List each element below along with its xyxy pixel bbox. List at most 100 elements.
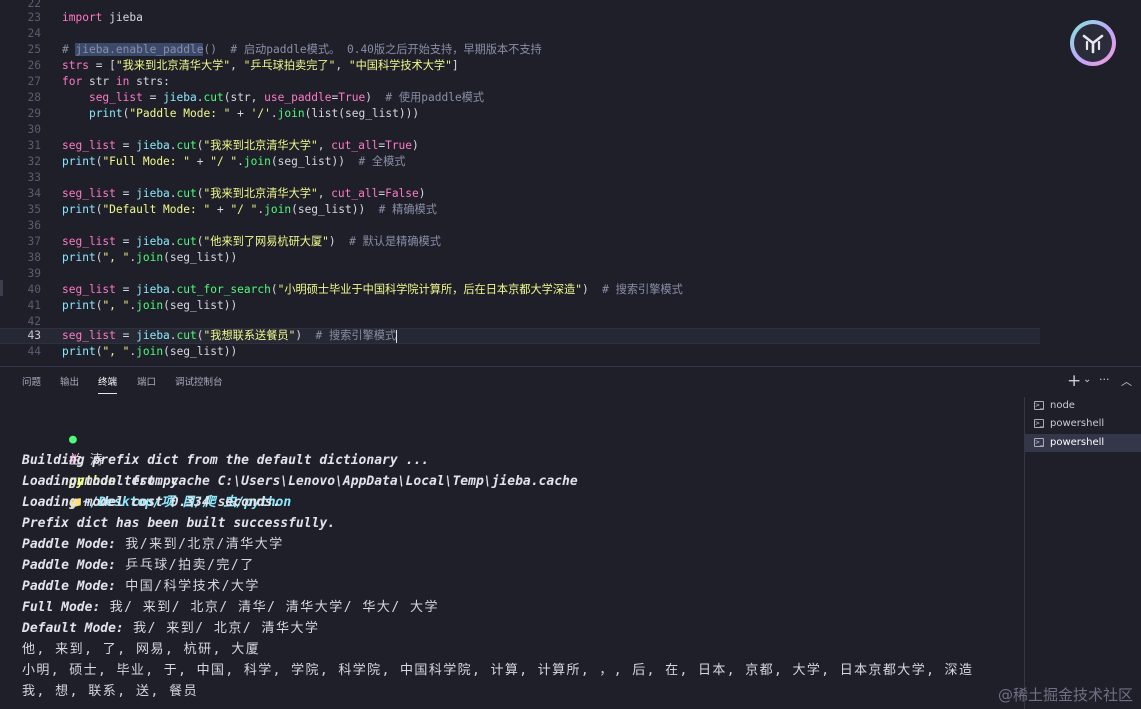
comment: # 全模式	[344, 155, 406, 168]
code-line[interactable]: 33	[0, 170, 1040, 186]
function-name: cut	[203, 91, 224, 104]
terminal-result-line: Paddle Mode: 乒乓球/拍卖/完/了	[22, 555, 255, 576]
result-label: Default Mode:	[22, 621, 124, 636]
terminal-output[interactable]: ● 兰 涛 on 📁~/Desktop/项 目/爬 虫/python # pyt…	[0, 405, 1022, 709]
code-line[interactable]: 24	[0, 26, 1040, 42]
add-terminal-icon[interactable]: +	[1067, 371, 1081, 391]
code-line[interactable]: 41 print(", ".join(seg_list))	[0, 298, 1040, 314]
code-line[interactable]: 29 print("Paddle Mode: " + '/'.join(list…	[0, 106, 1040, 122]
collapse-panel-icon[interactable]: ︿	[1121, 372, 1132, 392]
code-line[interactable]: 44 print(", ".join(seg_list))	[0, 344, 1040, 360]
operator: +	[230, 107, 251, 120]
code-line[interactable]: 37 seg_list = jieba.cut("他来到了网易杭研大厦") # 默…	[0, 234, 1040, 250]
punctuation: .	[270, 107, 278, 120]
operator: =	[115, 329, 137, 342]
function-name: cut	[176, 139, 197, 152]
code-line[interactable]: 30	[0, 122, 1040, 138]
keyword: in	[115, 75, 130, 88]
comment: # 精确模式	[365, 203, 437, 216]
copilot-avatar-icon[interactable]	[1070, 20, 1116, 66]
code-line[interactable]: 40 seg_list = jieba.cut_for_search("小明硕士毕…	[0, 282, 1040, 298]
comment: # 搜索引擎模式	[302, 329, 397, 342]
tab-debug-console[interactable]: 调试控制台	[175, 376, 223, 390]
terminal-log-line: Loading model from cache C:\Users\Lenovo…	[22, 474, 578, 489]
terminal-session-powershell-active[interactable]: >_ powershell	[1025, 434, 1141, 452]
function-name: join	[264, 203, 292, 216]
comment: # 使用paddle模式	[371, 91, 485, 104]
identifier: seg_list	[62, 187, 116, 200]
code-line[interactable]: 32 print("Full Mode: " + "/ ".join(seg_li…	[0, 154, 1040, 170]
code-line[interactable]: 31 seg_list = jieba.cut("我来到北京清华大学", cut_…	[0, 138, 1040, 154]
terminal-result-line: Paddle Mode: 我/来到/北京/清华大学	[22, 534, 284, 555]
punctuation: ,	[230, 59, 244, 72]
code-line[interactable]: 38 print(", ".join(seg_list))	[0, 250, 1040, 266]
identifier: seg_list	[62, 329, 116, 342]
string-literal: "中国科学技术大学"	[348, 59, 452, 72]
operator: +	[190, 155, 211, 168]
keyword: import	[62, 11, 103, 24]
tab-terminal[interactable]: 终端	[98, 376, 118, 394]
boolean: True	[385, 139, 413, 152]
line-number: 43	[27, 329, 41, 342]
function-name: print	[62, 155, 96, 168]
string-literal: ", "	[102, 251, 130, 264]
terminal-session-node[interactable]: >_ node	[1025, 397, 1141, 415]
code-line[interactable]: 27 for str in strs:	[0, 74, 1040, 90]
function-name: cut	[176, 187, 197, 200]
line-number: 31	[27, 139, 41, 152]
string-literal: "乒乓球拍卖完了"	[243, 59, 336, 72]
string-literal: "小明硕士毕业于中国科学院计算所，后在日本京都大学深造"	[277, 283, 582, 296]
code-editor[interactable]: 22 23 import jieba 24 25 # jieba.enable_pa…	[0, 0, 1141, 366]
operator: =	[115, 283, 137, 296]
tab-output[interactable]: 输出	[60, 376, 79, 390]
code-line[interactable]: 34 seg_list = jieba.cut("我来到北京清华大学", cut_…	[0, 186, 1040, 202]
function-name: join	[136, 251, 164, 264]
terminal-session-powershell[interactable]: >_ powershell	[1025, 415, 1141, 433]
tab-ports[interactable]: 端口	[137, 376, 156, 390]
panel-tab-bar: 问题 输出 终端 端口 调试控制台	[0, 367, 1020, 399]
punctuation: .	[169, 235, 177, 248]
code-line[interactable]: 36	[0, 218, 1040, 234]
code-line[interactable]: 26 strs = ["我来到北京清华大学", "乒乓球拍卖完了", "中国科学技…	[0, 58, 1040, 74]
code-line[interactable]: 23 import jieba	[0, 10, 1040, 26]
identifier: jieba	[136, 139, 170, 152]
string-literal: "我来到北京清华大学"	[203, 187, 318, 200]
terminal-icon: >_	[1034, 401, 1044, 410]
keyword-argument: cut_all	[331, 187, 379, 200]
line-number: 32	[27, 155, 41, 168]
function-name: cut	[176, 235, 197, 248]
arguments: (str,	[223, 91, 265, 104]
operator: =	[115, 139, 137, 152]
code-line[interactable]: 28 seg_list = jieba.cut(str, use_paddle=…	[0, 90, 1040, 106]
punctuation: .	[196, 91, 204, 104]
tab-problems[interactable]: 问题	[22, 376, 41, 390]
line-number: 34	[27, 187, 41, 200]
terminal-log-line: Loading model cost 0.334 seconds.	[22, 495, 281, 510]
boolean: False	[385, 187, 419, 200]
operator: =	[142, 91, 164, 104]
comment: # 搜索引擎模式	[588, 283, 683, 296]
line-number: 44	[27, 345, 41, 358]
code-line-current[interactable]: 43 seg_list = jieba.cut("我想联系送餐员") # 搜索引擎…	[0, 328, 1040, 344]
punctuation: (	[270, 283, 278, 296]
punctuation: )	[418, 187, 426, 200]
more-actions-icon[interactable]: ···	[1099, 370, 1110, 390]
chevron-down-icon[interactable]: ⌄	[1083, 370, 1091, 390]
identifier: str	[82, 75, 116, 88]
bottom-panel: 问题 输出 终端 端口 调试控制台 + ⌄ ··· ︿ ● 兰 涛 on 📁~/…	[0, 366, 1141, 709]
identifier: jieba	[136, 283, 170, 296]
function-name: join	[243, 155, 271, 168]
function-name: join	[277, 107, 305, 120]
operator: =	[115, 187, 137, 200]
session-label: node	[1050, 400, 1075, 411]
terminal-output-line: 小明, 硕士, 毕业, 于, 中国, 科学, 学院, 科学院, 中国科学院, 计…	[22, 663, 974, 678]
code-line[interactable]: 35 print("Default Mode: " + "/ ".join(seg…	[0, 202, 1040, 218]
function-name: print	[62, 299, 96, 312]
keyword-argument: cut_all	[331, 139, 379, 152]
code-line[interactable]: 25 # jieba.enable_paddle() # 启动paddle模式。 …	[0, 42, 1040, 58]
code-line[interactable]: 39	[0, 266, 1040, 282]
terminal-command: # python test.py	[22, 429, 179, 489]
identifier: strs:	[129, 75, 170, 88]
